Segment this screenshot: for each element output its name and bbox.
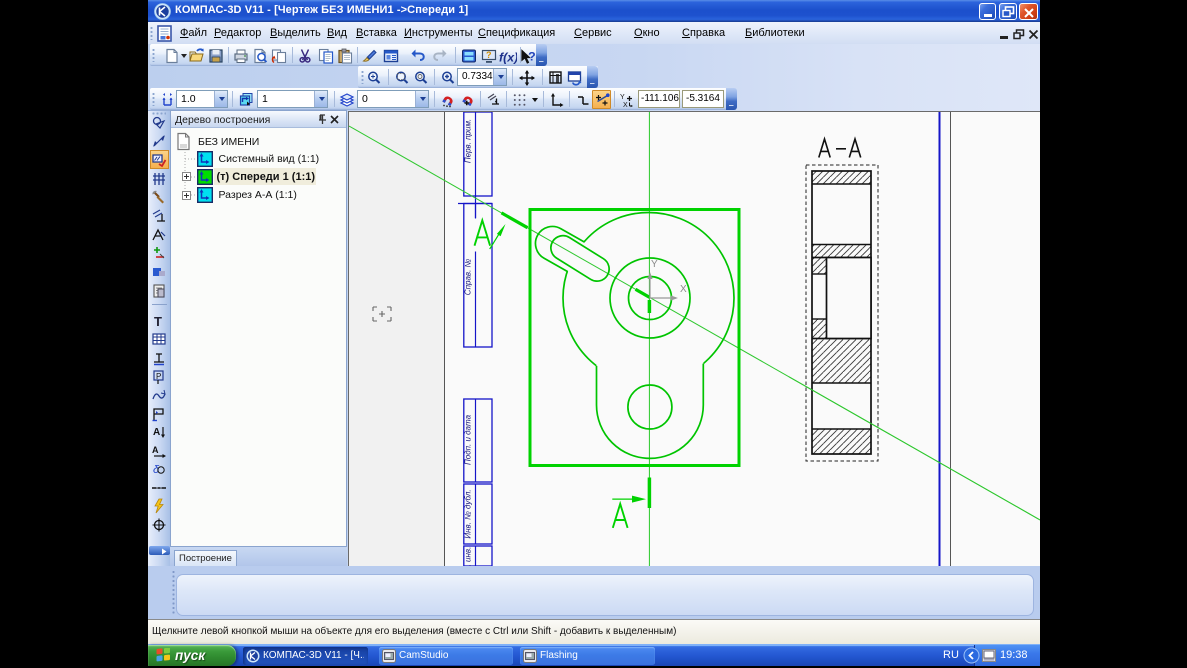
svg-text:X: X xyxy=(680,284,687,295)
svg-text:f(x): f(x) xyxy=(499,51,517,65)
svg-text:Взам. инв.: Взам. инв. xyxy=(464,547,473,566)
svg-text:Перв. прим.: Перв. прим. xyxy=(464,119,473,163)
svg-text:X: X xyxy=(623,102,628,108)
svg-text:A: A xyxy=(152,445,159,455)
svg-text:Инв. № дубл.: Инв. № дубл. xyxy=(464,489,473,538)
svg-text:Подп. и дата: Подп. и дата xyxy=(464,414,473,465)
svg-text:?: ? xyxy=(528,49,536,63)
svg-text:T: T xyxy=(154,314,162,329)
svg-text:δ: δ xyxy=(153,464,160,476)
svg-text:A: A xyxy=(153,427,160,438)
svg-text:P: P xyxy=(156,372,161,381)
svg-text:Справ. №: Справ. № xyxy=(464,258,473,295)
svg-text:Y: Y xyxy=(651,259,658,270)
svg-text:?: ? xyxy=(486,50,492,60)
svg-text:Y: Y xyxy=(620,94,625,101)
